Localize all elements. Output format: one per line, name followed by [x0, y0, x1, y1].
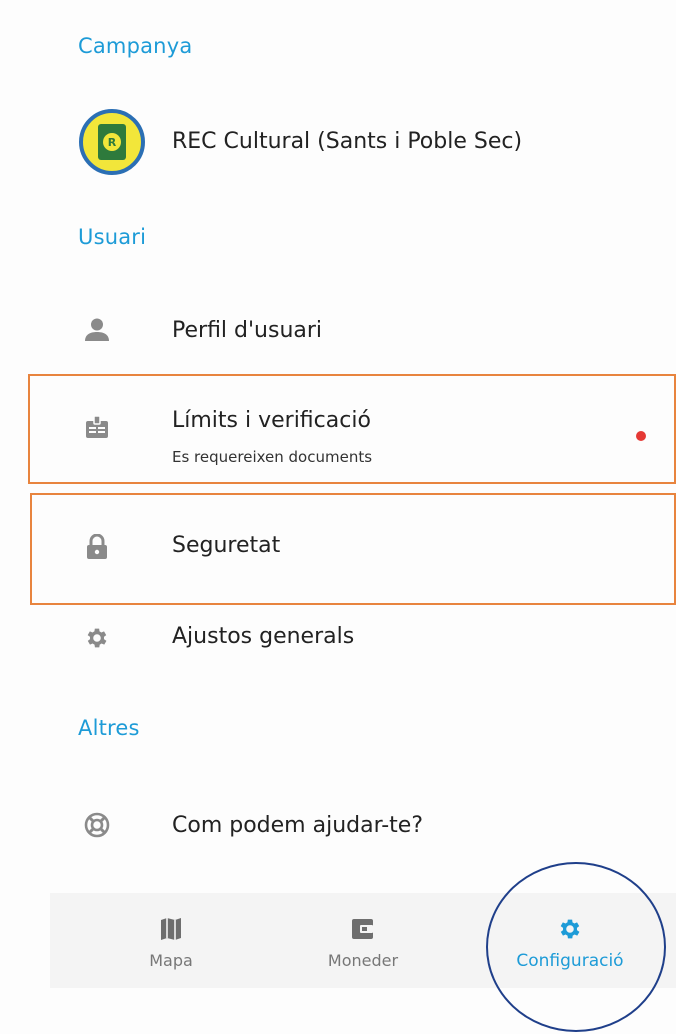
nav-label-map: Mapa — [149, 951, 193, 970]
nav-tab-map[interactable]: Mapa — [91, 893, 251, 988]
menu-item-user-profile[interactable]: Perfil d'usuari — [0, 298, 676, 362]
campaign-title: REC Cultural (Sants i Poble Sec) — [172, 129, 523, 154]
menu-item-subtitle: Es requereixen documents — [172, 448, 373, 466]
nav-tab-wallet[interactable]: Moneder — [283, 893, 443, 988]
settings-screen: Campanya R REC Cultural (Sants i Poble S… — [0, 0, 676, 1034]
menu-item-security[interactable]: Seguretat — [0, 497, 676, 601]
alert-dot — [636, 431, 646, 441]
section-header-others: Altres — [78, 716, 140, 740]
map-icon — [160, 915, 182, 943]
nav-label-wallet: Moneder — [327, 951, 399, 970]
gear-icon — [80, 621, 114, 655]
lifebuoy-icon — [80, 808, 114, 842]
campaign-logo-letter: R — [103, 133, 121, 151]
menu-item-label: Perfil d'usuari — [172, 318, 323, 343]
section-header-user: Usuari — [78, 225, 147, 249]
menu-item-label: Ajustos generals — [172, 624, 355, 649]
id-badge-icon — [80, 410, 114, 444]
menu-item-label: Seguretat — [172, 533, 281, 558]
campaign-logo: R — [79, 109, 145, 175]
menu-item-label: Límits i verificació — [172, 408, 371, 433]
menu-item-general-settings[interactable]: Ajustos generals — [0, 606, 676, 670]
menu-item-label: Com podem ajudar-te? — [172, 813, 423, 838]
campaign-item[interactable]: R REC Cultural (Sants i Poble Sec) — [0, 100, 676, 184]
section-header-campaign: Campanya — [78, 34, 193, 58]
menu-item-limits-verification[interactable]: Límits i verificació Es requereixen docu… — [0, 378, 676, 480]
person-icon — [80, 313, 114, 347]
lock-icon — [80, 530, 114, 564]
wallet-icon — [351, 915, 375, 943]
menu-item-help[interactable]: Com podem ajudar-te? — [0, 796, 676, 860]
annotation-circle — [486, 862, 666, 1032]
